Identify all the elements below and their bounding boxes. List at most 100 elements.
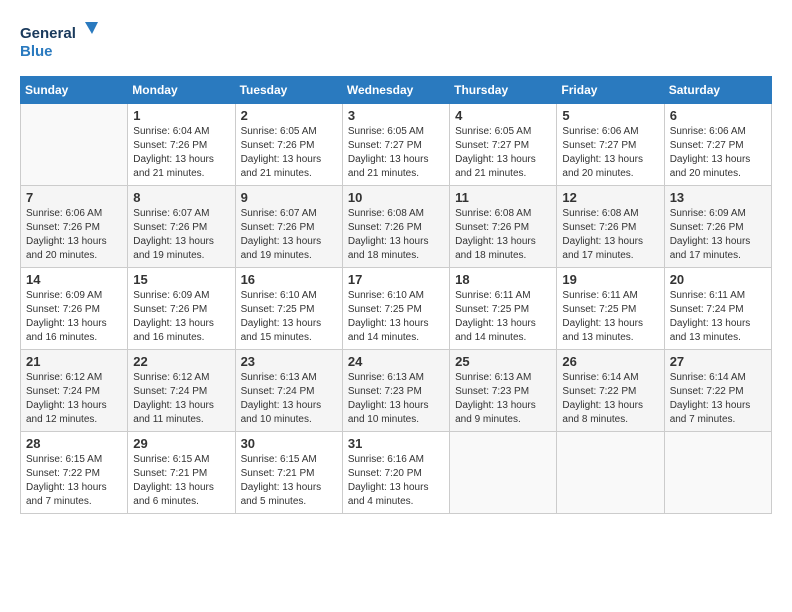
calendar-week-row: 1 Sunrise: 6:04 AMSunset: 7:26 PMDaylight… — [21, 104, 772, 186]
calendar-day-cell: 3Sunrise: 6:05 AMSunset: 7:27 PMDaylight… — [342, 104, 449, 186]
page-header: General Blue — [20, 20, 772, 60]
day-number: 19 — [562, 272, 658, 287]
day-number: 25 — [455, 354, 551, 369]
calendar-day-cell: 23 Sunrise: 6:13 AMSunset: 7:24 PMDayligh… — [235, 350, 342, 432]
calendar-day-cell: 12 Sunrise: 6:08 AMSunset: 7:26 PMDayligh… — [557, 186, 664, 268]
calendar-day-cell: 24 Sunrise: 6:13 AMSunset: 7:23 PMDayligh… — [342, 350, 449, 432]
calendar-day-cell — [664, 432, 771, 514]
day-info: Sunrise: 6:13 AMSunset: 7:23 PMDaylight:… — [455, 371, 551, 427]
day-info: Sunrise: 6:04 AMSunset: 7:26 PMDaylight:… — [133, 125, 229, 181]
day-number: 8 — [133, 190, 229, 205]
svg-text:Blue: Blue — [20, 43, 53, 60]
calendar-day-cell: 7 Sunrise: 6:06 AMSunset: 7:26 PMDaylight… — [21, 186, 128, 268]
calendar-day-cell: 29 Sunrise: 6:15 AMSunset: 7:21 PMDayligh… — [128, 432, 235, 514]
day-number: 27 — [670, 354, 766, 369]
day-number: 18 — [455, 272, 551, 287]
day-number: 14 — [26, 272, 122, 287]
day-info: Sunrise: 6:13 AMSunset: 7:23 PMDaylight:… — [348, 371, 444, 427]
day-info: Sunrise: 6:10 AMSunset: 7:25 PMDaylight:… — [241, 289, 337, 345]
day-info: Sunrise: 6:15 AMSunset: 7:21 PMDaylight:… — [133, 453, 229, 509]
day-number: 31 — [348, 436, 444, 451]
calendar-day-cell: 1 Sunrise: 6:04 AMSunset: 7:26 PMDaylight… — [128, 104, 235, 186]
day-info: Sunrise: 6:06 AMSunset: 7:27 PMDaylight:… — [670, 125, 766, 181]
calendar-day-cell: 30 Sunrise: 6:15 AMSunset: 7:21 PMDayligh… — [235, 432, 342, 514]
day-info: Sunrise: 6:06 AMSunset: 7:26 PMDaylight:… — [26, 207, 122, 263]
day-header-sunday: Sunday — [21, 77, 128, 104]
calendar-day-cell: 9 Sunrise: 6:07 AMSunset: 7:26 PMDaylight… — [235, 186, 342, 268]
day-info: Sunrise: 6:11 AMSunset: 7:25 PMDaylight:… — [455, 289, 551, 345]
calendar-day-cell — [557, 432, 664, 514]
day-info: Sunrise: 6:07 AMSunset: 7:26 PMDaylight:… — [133, 207, 229, 263]
day-info: Sunrise: 6:08 AMSunset: 7:26 PMDaylight:… — [455, 207, 551, 263]
day-info: Sunrise: 6:05 AMSunset: 7:27 PMDaylight:… — [455, 125, 551, 181]
day-header-friday: Friday — [557, 77, 664, 104]
calendar-day-cell: 25 Sunrise: 6:13 AMSunset: 7:23 PMDayligh… — [450, 350, 557, 432]
day-number: 29 — [133, 436, 229, 451]
day-number: 12 — [562, 190, 658, 205]
day-number: 22 — [133, 354, 229, 369]
calendar-day-cell — [450, 432, 557, 514]
day-number: 7 — [26, 190, 122, 205]
day-info: Sunrise: 6:09 AMSunset: 7:26 PMDaylight:… — [670, 207, 766, 263]
day-number: 23 — [241, 354, 337, 369]
day-number: 24 — [348, 354, 444, 369]
day-header-thursday: Thursday — [450, 77, 557, 104]
day-number: 13 — [670, 190, 766, 205]
calendar-day-cell: 10Sunrise: 6:08 AMSunset: 7:26 PMDayligh… — [342, 186, 449, 268]
calendar-day-cell: 11 Sunrise: 6:08 AMSunset: 7:26 PMDayligh… — [450, 186, 557, 268]
calendar-day-cell: 13 Sunrise: 6:09 AMSunset: 7:26 PMDayligh… — [664, 186, 771, 268]
day-info: Sunrise: 6:13 AMSunset: 7:24 PMDaylight:… — [241, 371, 337, 427]
svg-text:General: General — [20, 25, 76, 42]
calendar-day-cell: 28 Sunrise: 6:15 AMSunset: 7:22 PMDayligh… — [21, 432, 128, 514]
day-info: Sunrise: 6:16 AMSunset: 7:20 PMDaylight:… — [348, 453, 444, 509]
day-info: Sunrise: 6:15 AMSunset: 7:22 PMDaylight:… — [26, 453, 122, 509]
day-header-wednesday: Wednesday — [342, 77, 449, 104]
calendar-day-cell: 18 Sunrise: 6:11 AMSunset: 7:25 PMDayligh… — [450, 268, 557, 350]
day-info: Sunrise: 6:15 AMSunset: 7:21 PMDaylight:… — [241, 453, 337, 509]
day-number: 20 — [670, 272, 766, 287]
day-number: 17 — [348, 272, 444, 287]
calendar-table: SundayMondayTuesdayWednesdayThursdayFrid… — [20, 76, 772, 514]
calendar-day-cell: 22Sunrise: 6:12 AMSunset: 7:24 PMDayligh… — [128, 350, 235, 432]
day-info: Sunrise: 6:07 AMSunset: 7:26 PMDaylight:… — [241, 207, 337, 263]
day-header-monday: Monday — [128, 77, 235, 104]
calendar-day-cell: 27Sunrise: 6:14 AMSunset: 7:22 PMDayligh… — [664, 350, 771, 432]
day-number: 21 — [26, 354, 122, 369]
calendar-week-row: 28 Sunrise: 6:15 AMSunset: 7:22 PMDayligh… — [21, 432, 772, 514]
day-info: Sunrise: 6:06 AMSunset: 7:27 PMDaylight:… — [562, 125, 658, 181]
day-number: 5 — [562, 108, 658, 123]
day-header-tuesday: Tuesday — [235, 77, 342, 104]
calendar-day-cell: 2 Sunrise: 6:05 AMSunset: 7:26 PMDaylight… — [235, 104, 342, 186]
calendar-day-cell: 15Sunrise: 6:09 AMSunset: 7:26 PMDayligh… — [128, 268, 235, 350]
day-number: 2 — [241, 108, 337, 123]
day-header-saturday: Saturday — [664, 77, 771, 104]
calendar-day-cell: 17 Sunrise: 6:10 AMSunset: 7:25 PMDayligh… — [342, 268, 449, 350]
day-number: 3 — [348, 108, 444, 123]
day-number: 28 — [26, 436, 122, 451]
calendar-week-row: 7 Sunrise: 6:06 AMSunset: 7:26 PMDaylight… — [21, 186, 772, 268]
calendar-day-cell: 8 Sunrise: 6:07 AMSunset: 7:26 PMDaylight… — [128, 186, 235, 268]
day-number: 1 — [133, 108, 229, 123]
day-info: Sunrise: 6:10 AMSunset: 7:25 PMDaylight:… — [348, 289, 444, 345]
day-info: Sunrise: 6:08 AMSunset: 7:26 PMDaylight:… — [562, 207, 658, 263]
logo-svg: General Blue — [20, 20, 105, 60]
day-number: 30 — [241, 436, 337, 451]
day-number: 15 — [133, 272, 229, 287]
day-number: 9 — [241, 190, 337, 205]
day-number: 10 — [348, 190, 444, 205]
day-number: 6 — [670, 108, 766, 123]
day-number: 11 — [455, 190, 551, 205]
day-number: 26 — [562, 354, 658, 369]
calendar-day-cell: 5 Sunrise: 6:06 AMSunset: 7:27 PMDaylight… — [557, 104, 664, 186]
day-info: Sunrise: 6:11 AMSunset: 7:24 PMDaylight:… — [670, 289, 766, 345]
calendar-day-cell: 19 Sunrise: 6:11 AMSunset: 7:25 PMDayligh… — [557, 268, 664, 350]
day-info: Sunrise: 6:11 AMSunset: 7:25 PMDaylight:… — [562, 289, 658, 345]
calendar-day-cell: 4 Sunrise: 6:05 AMSunset: 7:27 PMDaylight… — [450, 104, 557, 186]
day-number: 16 — [241, 272, 337, 287]
day-info: Sunrise: 6:05 AMSunset: 7:26 PMDaylight:… — [241, 125, 337, 181]
calendar-week-row: 14Sunrise: 6:09 AMSunset: 7:26 PMDayligh… — [21, 268, 772, 350]
calendar-day-cell: 31 Sunrise: 6:16 AMSunset: 7:20 PMDayligh… — [342, 432, 449, 514]
day-number: 4 — [455, 108, 551, 123]
calendar-day-cell: 14Sunrise: 6:09 AMSunset: 7:26 PMDayligh… — [21, 268, 128, 350]
day-info: Sunrise: 6:14 AMSunset: 7:22 PMDaylight:… — [562, 371, 658, 427]
